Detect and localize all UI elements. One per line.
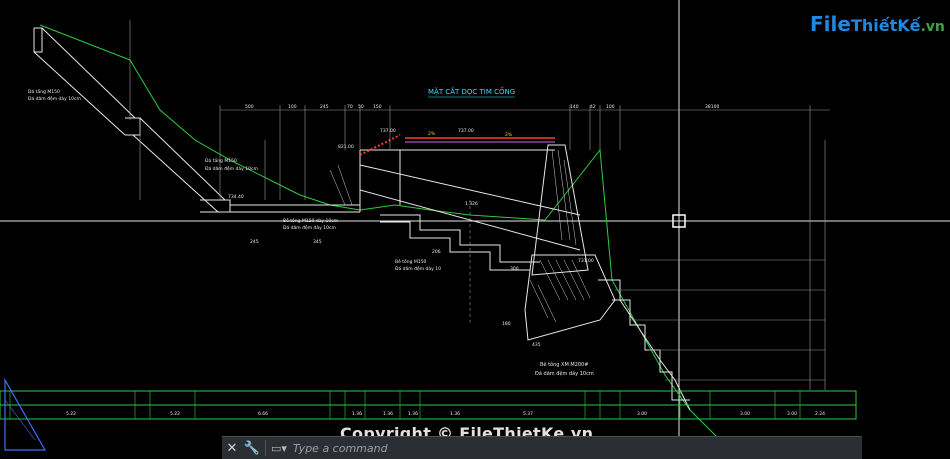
profile-strip [0, 390, 857, 420]
strip-value: 3.00 [740, 411, 750, 417]
dimension-label: 1.326 [465, 201, 478, 207]
strip-value: 5.37 [523, 411, 533, 417]
dimension-label: 245 [250, 239, 259, 245]
dimension-label: 737.00 [380, 128, 396, 134]
strip-value: 2.24 [815, 411, 825, 417]
dimension-label: 100 [288, 104, 297, 110]
dimension-label: 345 [313, 239, 322, 245]
dimension-label: 731.00 [578, 258, 594, 264]
watermark-logo: File ThiếtKế .vn [810, 12, 945, 36]
logo-part-thietke: ThiếtKế [850, 16, 921, 35]
command-line-bar: ✕ 🔧 ▭▾ [222, 436, 862, 459]
strip-value: 6.66 [258, 411, 268, 417]
dimension-label: 206 [432, 249, 441, 255]
drawing-title: MẶT CẮT DỌC TIM CỐNG [428, 86, 515, 96]
annotation: Đá dăm đệm dày 10cm [205, 165, 258, 172]
dimension-label: 821.00 [338, 144, 354, 150]
dimension-label: 70 [347, 104, 353, 110]
annotation: Bê tông XM M200# [540, 361, 588, 368]
dimension-label: 500 [245, 104, 254, 110]
command-separator [265, 440, 266, 456]
cad-drawing-canvas[interactable]: MẶT CẮT DỌC TIM CỐNG Đá tầng M150 Đá dăm… [0, 0, 950, 458]
dimension-label: 435 [532, 342, 541, 348]
strip-value: 3.00 [787, 411, 797, 417]
dimension-label: 42 [590, 104, 596, 110]
annotation: Đá dăm đệm dày 10cm [535, 370, 594, 377]
dimension-label: 38100 [705, 104, 719, 110]
annotation: Đá dăm đệm dày 10 [395, 265, 441, 272]
wrench-icon[interactable]: 🔧 [242, 438, 262, 458]
dimension-label: 245 [320, 104, 329, 110]
annotation: Đá dăm đệm dày 10cm [28, 95, 81, 102]
left-slope-structure [33, 27, 691, 411]
dimension-label: 300 [510, 266, 519, 272]
dimension-label: 100 [606, 104, 615, 110]
dimension-label: 140 [570, 104, 579, 110]
command-input[interactable] [286, 440, 862, 456]
dimension-label: 734.40 [228, 194, 244, 200]
command-history-icon[interactable]: ▭▾ [271, 442, 287, 455]
close-icon[interactable]: ✕ [222, 438, 242, 458]
strip-value: 1.36 [408, 411, 418, 417]
strip-value: 5.22 [170, 411, 180, 417]
strip-value: 1.36 [352, 411, 362, 417]
logo-part-vn: .vn [920, 19, 945, 35]
annotation: Đá tầng M150 [28, 87, 60, 95]
pipe-inlet-red [359, 134, 401, 156]
dimension-label: 150 [373, 104, 382, 110]
strip-value: 1.36 [450, 411, 460, 417]
dimension-label: 737.00 [458, 128, 474, 134]
slope-label: 2% [428, 131, 436, 137]
annotation: Đá tầng M150 [205, 156, 237, 164]
dimension-label: 50 [358, 104, 364, 110]
terrain-line [39, 24, 721, 441]
logo-part-file: File [810, 12, 851, 36]
strip-value: 1.36 [383, 411, 393, 417]
annotation: Bê tông M150 dày 10cm [283, 217, 338, 224]
annotation: Đá dăm đệm dày 10cm [283, 224, 336, 231]
slope-label: 2% [505, 132, 513, 138]
strip-value: 3.00 [637, 411, 647, 417]
strip-value: 5.22 [66, 411, 76, 417]
dimension-label: 180 [502, 321, 511, 327]
annotation: Bê tông M150 [395, 258, 427, 265]
